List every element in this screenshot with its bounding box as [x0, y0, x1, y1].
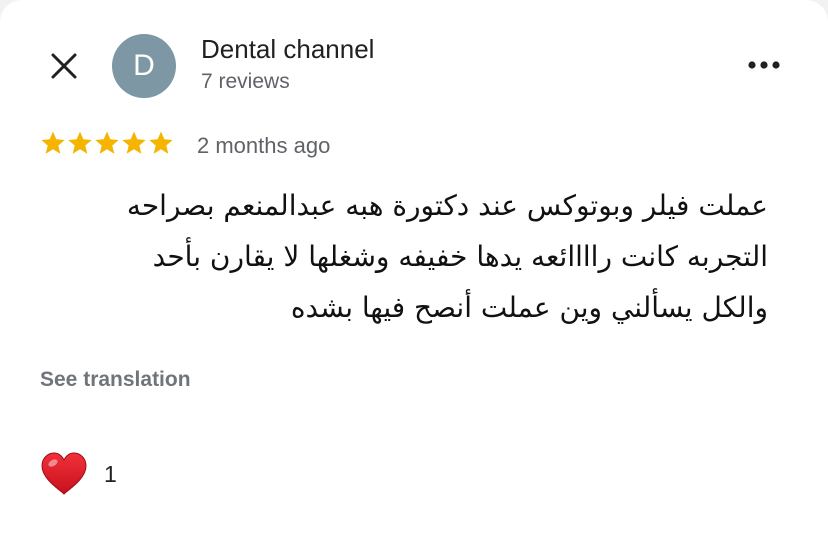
- more-horizontal-icon: [748, 61, 780, 69]
- reviewer-review-count: 7 reviews: [201, 70, 290, 93]
- review-timestamp: 2 months ago: [197, 133, 331, 158]
- heart-icon: [41, 452, 87, 495]
- more-options-button[interactable]: [744, 50, 784, 80]
- close-button[interactable]: [44, 46, 84, 86]
- review-card: D Dental channel 7 reviews 2 months ago …: [0, 0, 828, 554]
- star-icon: [122, 131, 146, 154]
- review-text-line-1: عملت فيلر وبوتوكس عند دكتورة هبه عبدالمن…: [126, 189, 768, 222]
- star-icon: [95, 131, 119, 154]
- avatar-letter: D: [133, 49, 155, 82]
- review-text-line-2: التجربه كانت راااائعه يدها خفيفه وشغلها …: [152, 240, 768, 273]
- heart-reaction-button[interactable]: 1: [40, 452, 117, 496]
- reviewer-name[interactable]: Dental channel: [201, 34, 374, 65]
- see-translation-link[interactable]: See translation: [40, 368, 191, 392]
- close-icon: [51, 53, 77, 79]
- review-text: عملت فيلر وبوتوكس عند دكتورة هبه عبدالمن…: [40, 180, 768, 333]
- star-rating: [40, 130, 174, 156]
- review-text-line-3: والكل يسألني وين عملت أنصح فيها بشده: [290, 291, 768, 324]
- star-icon: [68, 131, 92, 154]
- reaction-count: 1: [104, 460, 117, 487]
- star-icon: [41, 131, 65, 154]
- star-icon: [149, 131, 173, 154]
- avatar[interactable]: D: [112, 34, 176, 98]
